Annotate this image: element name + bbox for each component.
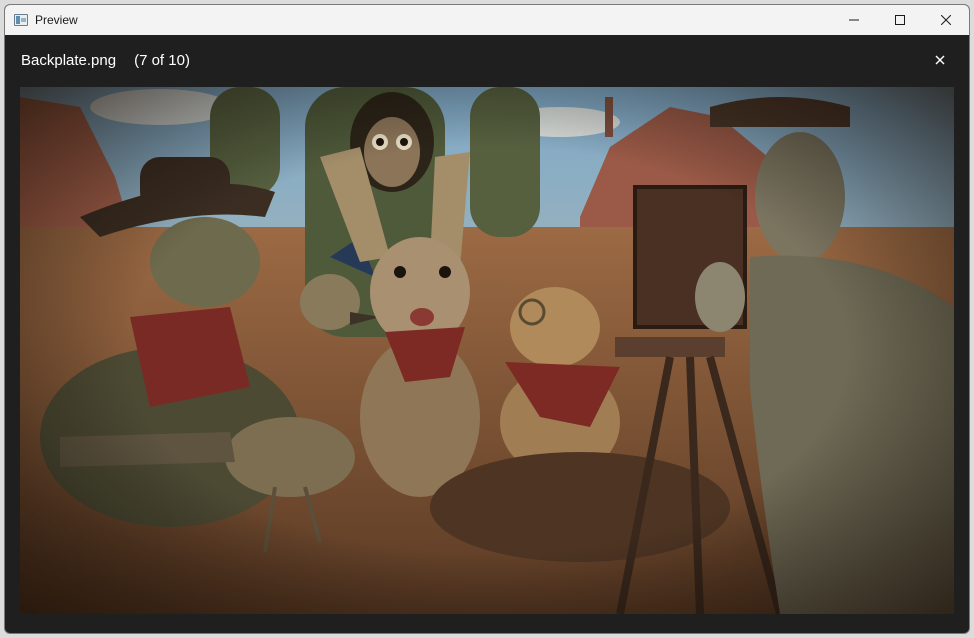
file-name: Backplate.png [21, 51, 117, 69]
window-title: Preview [35, 13, 78, 27]
viewer-header: Backplate.png (7 of 10) [5, 35, 969, 85]
preview-image [20, 87, 954, 614]
maximize-button[interactable] [877, 5, 923, 35]
file-position: (7 of 10) [134, 51, 190, 69]
minimize-icon [849, 19, 859, 21]
title-bar[interactable]: Preview [5, 5, 969, 35]
close-viewer-icon[interactable] [933, 53, 947, 67]
western-animals-photo [20, 87, 954, 614]
close-window-button[interactable] [923, 5, 969, 35]
close-icon [941, 15, 951, 25]
maximize-icon [895, 15, 905, 25]
preview-window: Preview Backplate.png (7 of 10) [4, 4, 970, 634]
minimize-button[interactable] [831, 5, 877, 35]
window-controls [831, 5, 969, 35]
app-preview-icon [14, 14, 28, 26]
